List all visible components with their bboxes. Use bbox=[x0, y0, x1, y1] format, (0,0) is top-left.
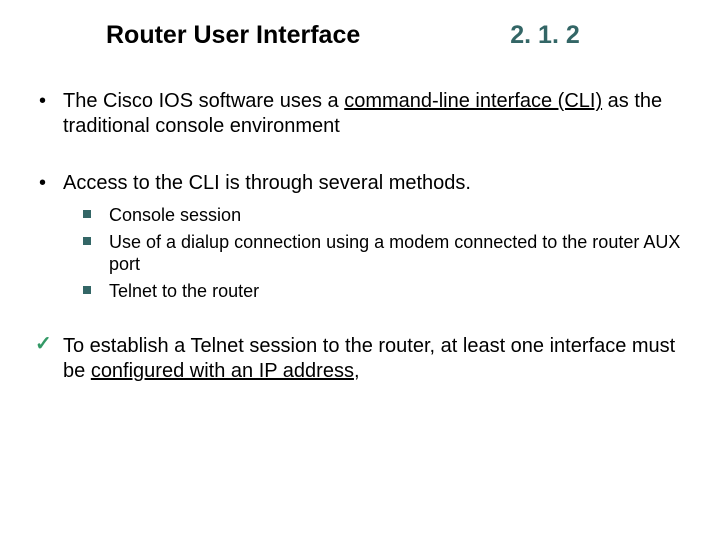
slide-title: Router User Interface bbox=[106, 20, 360, 51]
sub-bullet-text-1: Console session bbox=[109, 205, 241, 225]
bullet-item-3: ✓ To establish a Telnet session to the r… bbox=[35, 334, 690, 384]
sub-bullet-list: Console session Use of a dialup connecti… bbox=[63, 204, 690, 302]
slide-header: Router User Interface 2. 1. 2 bbox=[0, 0, 720, 51]
square-icon bbox=[83, 237, 91, 245]
bullet-text-1-underline: command-line interface (CLI) bbox=[344, 90, 602, 112]
dot-icon: • bbox=[39, 173, 46, 193]
sub-bullet-3: Telnet to the router bbox=[81, 280, 690, 303]
sub-bullet-text-3: Telnet to the router bbox=[109, 281, 259, 301]
bullet-item-1: • The Cisco IOS software uses a command-… bbox=[35, 89, 690, 139]
bullet-list: • The Cisco IOS software uses a command-… bbox=[0, 89, 720, 384]
bullet-item-2: • Access to the CLI is through several m… bbox=[35, 171, 690, 302]
slide: Router User Interface 2. 1. 2 • The Cisc… bbox=[0, 0, 720, 540]
dot-icon: • bbox=[39, 91, 46, 111]
square-icon bbox=[83, 210, 91, 218]
sub-bullet-2: Use of a dialup connection using a modem… bbox=[81, 231, 690, 276]
square-icon bbox=[83, 286, 91, 294]
sub-bullet-1: Console session bbox=[81, 204, 690, 227]
bullet-text-3b: , bbox=[354, 360, 360, 382]
bullet-text-3-underline: configured with an IP address bbox=[91, 360, 354, 382]
sub-bullet-text-2: Use of a dialup connection using a modem… bbox=[109, 232, 680, 275]
check-icon: ✓ bbox=[35, 334, 52, 354]
bullet-text-2: Access to the CLI is through several met… bbox=[63, 172, 471, 194]
bullet-text-1a: The Cisco IOS software uses a bbox=[63, 90, 344, 112]
section-number: 2. 1. 2 bbox=[510, 20, 580, 51]
